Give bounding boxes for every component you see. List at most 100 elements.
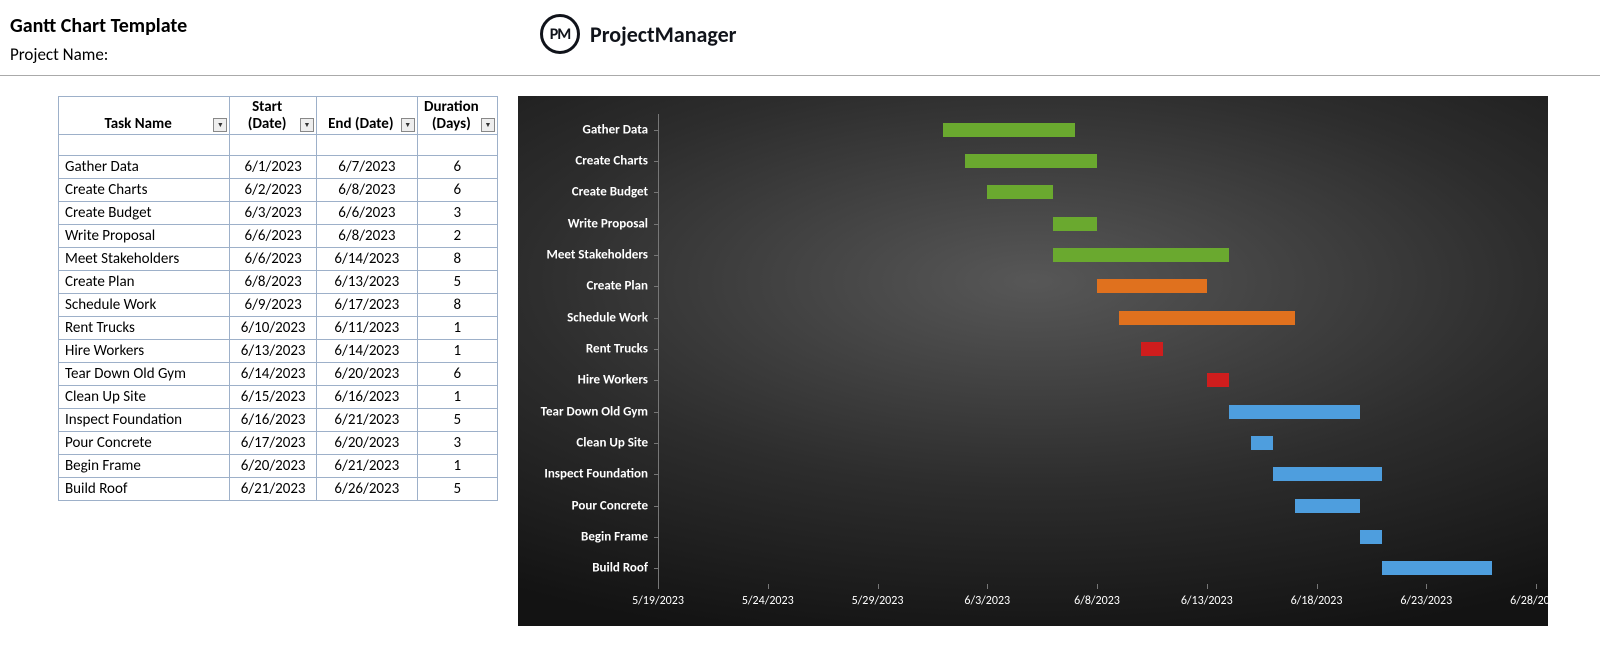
cell-start: 6/3/2023	[230, 202, 317, 225]
cell-end: 6/14/2023	[316, 340, 417, 363]
y-axis-label: Create Budget	[523, 185, 658, 200]
table-row[interactable]: Pour Concrete6/17/20236/20/20233	[59, 432, 498, 455]
filter-dropdown-icon[interactable]: ▼	[213, 118, 227, 132]
cell-end: 6/13/2023	[316, 271, 417, 294]
cell-start: 6/17/2023	[230, 432, 317, 455]
table-row[interactable]: Gather Data6/1/20236/7/20236	[59, 156, 498, 179]
y-axis-label: Begin Frame	[523, 530, 658, 545]
col-header-duration-l2: (Days)	[432, 115, 471, 133]
x-axis-label: 6/23/2023	[1400, 594, 1452, 608]
y-axis-tick	[654, 537, 658, 538]
cell-duration: 6	[417, 156, 497, 179]
x-axis-label: 6/3/2023	[964, 594, 1010, 608]
x-axis-label: 6/18/2023	[1291, 594, 1343, 608]
gantt-bar	[1251, 436, 1273, 450]
col-header-end[interactable]: End (Date) ▼	[316, 97, 417, 135]
page-title: Gantt Chart Template	[10, 14, 540, 38]
table-row[interactable]: Rent Trucks6/10/20236/11/20231	[59, 317, 498, 340]
y-axis-tick	[654, 161, 658, 162]
gantt-bar	[1382, 561, 1492, 575]
table-row[interactable]: Clean Up Site6/15/20236/16/20231	[59, 386, 498, 409]
y-axis-line	[658, 114, 659, 584]
x-axis-tick	[1097, 584, 1098, 589]
cell-start: 6/20/2023	[230, 455, 317, 478]
y-axis-tick	[654, 130, 658, 131]
col-header-start-l1: Start	[252, 98, 282, 116]
table-row[interactable]: Create Charts6/2/20236/8/20236	[59, 179, 498, 202]
gantt-bar	[1053, 248, 1229, 262]
col-header-start[interactable]: Start (Date) ▼	[230, 97, 317, 135]
cell-duration: 1	[417, 317, 497, 340]
x-axis-tick	[1207, 584, 1208, 589]
cell-start: 6/16/2023	[230, 409, 317, 432]
table-row[interactable]: Schedule Work6/9/20236/17/20238	[59, 294, 498, 317]
cell-end: 6/21/2023	[316, 409, 417, 432]
cell-start: 6/10/2023	[230, 317, 317, 340]
task-table-container: Task Name ▼ Start (Date) ▼ End (Date) ▼	[58, 96, 498, 501]
filter-dropdown-icon[interactable]: ▼	[300, 118, 314, 132]
cell-end: 6/14/2023	[316, 248, 417, 271]
cell-start: 6/6/2023	[230, 248, 317, 271]
x-axis-tick	[1426, 584, 1427, 589]
y-axis-tick	[654, 318, 658, 319]
cell-task-name: Schedule Work	[59, 294, 230, 317]
cell-duration: 3	[417, 202, 497, 225]
col-header-task-label: Task Name	[104, 115, 171, 133]
cell-duration: 1	[417, 386, 497, 409]
y-axis-tick	[654, 380, 658, 381]
filter-dropdown-icon[interactable]: ▼	[481, 118, 495, 132]
x-axis-label: 5/24/2023	[742, 594, 794, 608]
table-row[interactable]: Inspect Foundation6/16/20236/21/20235	[59, 409, 498, 432]
y-axis-label: Create Plan	[523, 279, 658, 294]
gantt-bar	[1360, 530, 1382, 544]
gantt-bar	[1273, 467, 1383, 481]
x-axis-tick	[658, 584, 659, 589]
table-row[interactable]: Hire Workers6/13/20236/14/20231	[59, 340, 498, 363]
y-axis-label: Inspect Foundation	[523, 467, 658, 482]
y-axis-tick	[654, 506, 658, 507]
y-axis-label: Tear Down Old Gym	[523, 404, 658, 419]
cell-end: 6/11/2023	[316, 317, 417, 340]
cell-start: 6/6/2023	[230, 225, 317, 248]
cell-start: 6/2/2023	[230, 179, 317, 202]
cell-task-name: Create Budget	[59, 202, 230, 225]
table-row[interactable]: Write Proposal6/6/20236/8/20232	[59, 225, 498, 248]
x-axis-tick	[987, 584, 988, 589]
y-axis-label: Clean Up Site	[523, 436, 658, 451]
cell-end: 6/26/2023	[316, 478, 417, 501]
table-row[interactable]: Build Roof6/21/20236/26/20235	[59, 478, 498, 501]
cell-task-name: Write Proposal	[59, 225, 230, 248]
y-axis-label: Build Roof	[523, 561, 658, 576]
gantt-bar	[1229, 405, 1361, 419]
cell-start: 6/8/2023	[230, 271, 317, 294]
cell-duration: 1	[417, 455, 497, 478]
col-header-task[interactable]: Task Name ▼	[59, 97, 230, 135]
x-axis-label: 5/29/2023	[852, 594, 904, 608]
cell-start: 6/15/2023	[230, 386, 317, 409]
gantt-bar	[943, 123, 1075, 137]
col-header-end-label: End (Date)	[328, 115, 393, 133]
cell-task-name: Create Charts	[59, 179, 230, 202]
cell-end: 6/7/2023	[316, 156, 417, 179]
table-row[interactable]: Tear Down Old Gym6/14/20236/20/20236	[59, 363, 498, 386]
cell-task-name: Meet Stakeholders	[59, 248, 230, 271]
cell-task-name: Pour Concrete	[59, 432, 230, 455]
x-axis-tick	[1536, 584, 1537, 589]
cell-end: 6/20/2023	[316, 363, 417, 386]
table-row[interactable]: Meet Stakeholders6/6/20236/14/20238	[59, 248, 498, 271]
gantt-bar	[1141, 342, 1163, 356]
table-row[interactable]: Create Plan6/8/20236/13/20235	[59, 271, 498, 294]
brand: PM ProjectManager	[540, 14, 736, 54]
cell-start: 6/21/2023	[230, 478, 317, 501]
x-axis-label: 6/28/2023	[1510, 594, 1562, 608]
filter-dropdown-icon[interactable]: ▼	[401, 118, 415, 132]
col-header-duration[interactable]: Duration (Days) ▼	[417, 97, 497, 135]
table-row[interactable]: Begin Frame6/20/20236/21/20231	[59, 455, 498, 478]
table-row[interactable]: Create Budget6/3/20236/6/20233	[59, 202, 498, 225]
y-axis-tick	[654, 255, 658, 256]
cell-end: 6/8/2023	[316, 225, 417, 248]
cell-task-name: Create Plan	[59, 271, 230, 294]
cell-task-name: Inspect Foundation	[59, 409, 230, 432]
x-axis-tick	[768, 584, 769, 589]
cell-duration: 8	[417, 294, 497, 317]
